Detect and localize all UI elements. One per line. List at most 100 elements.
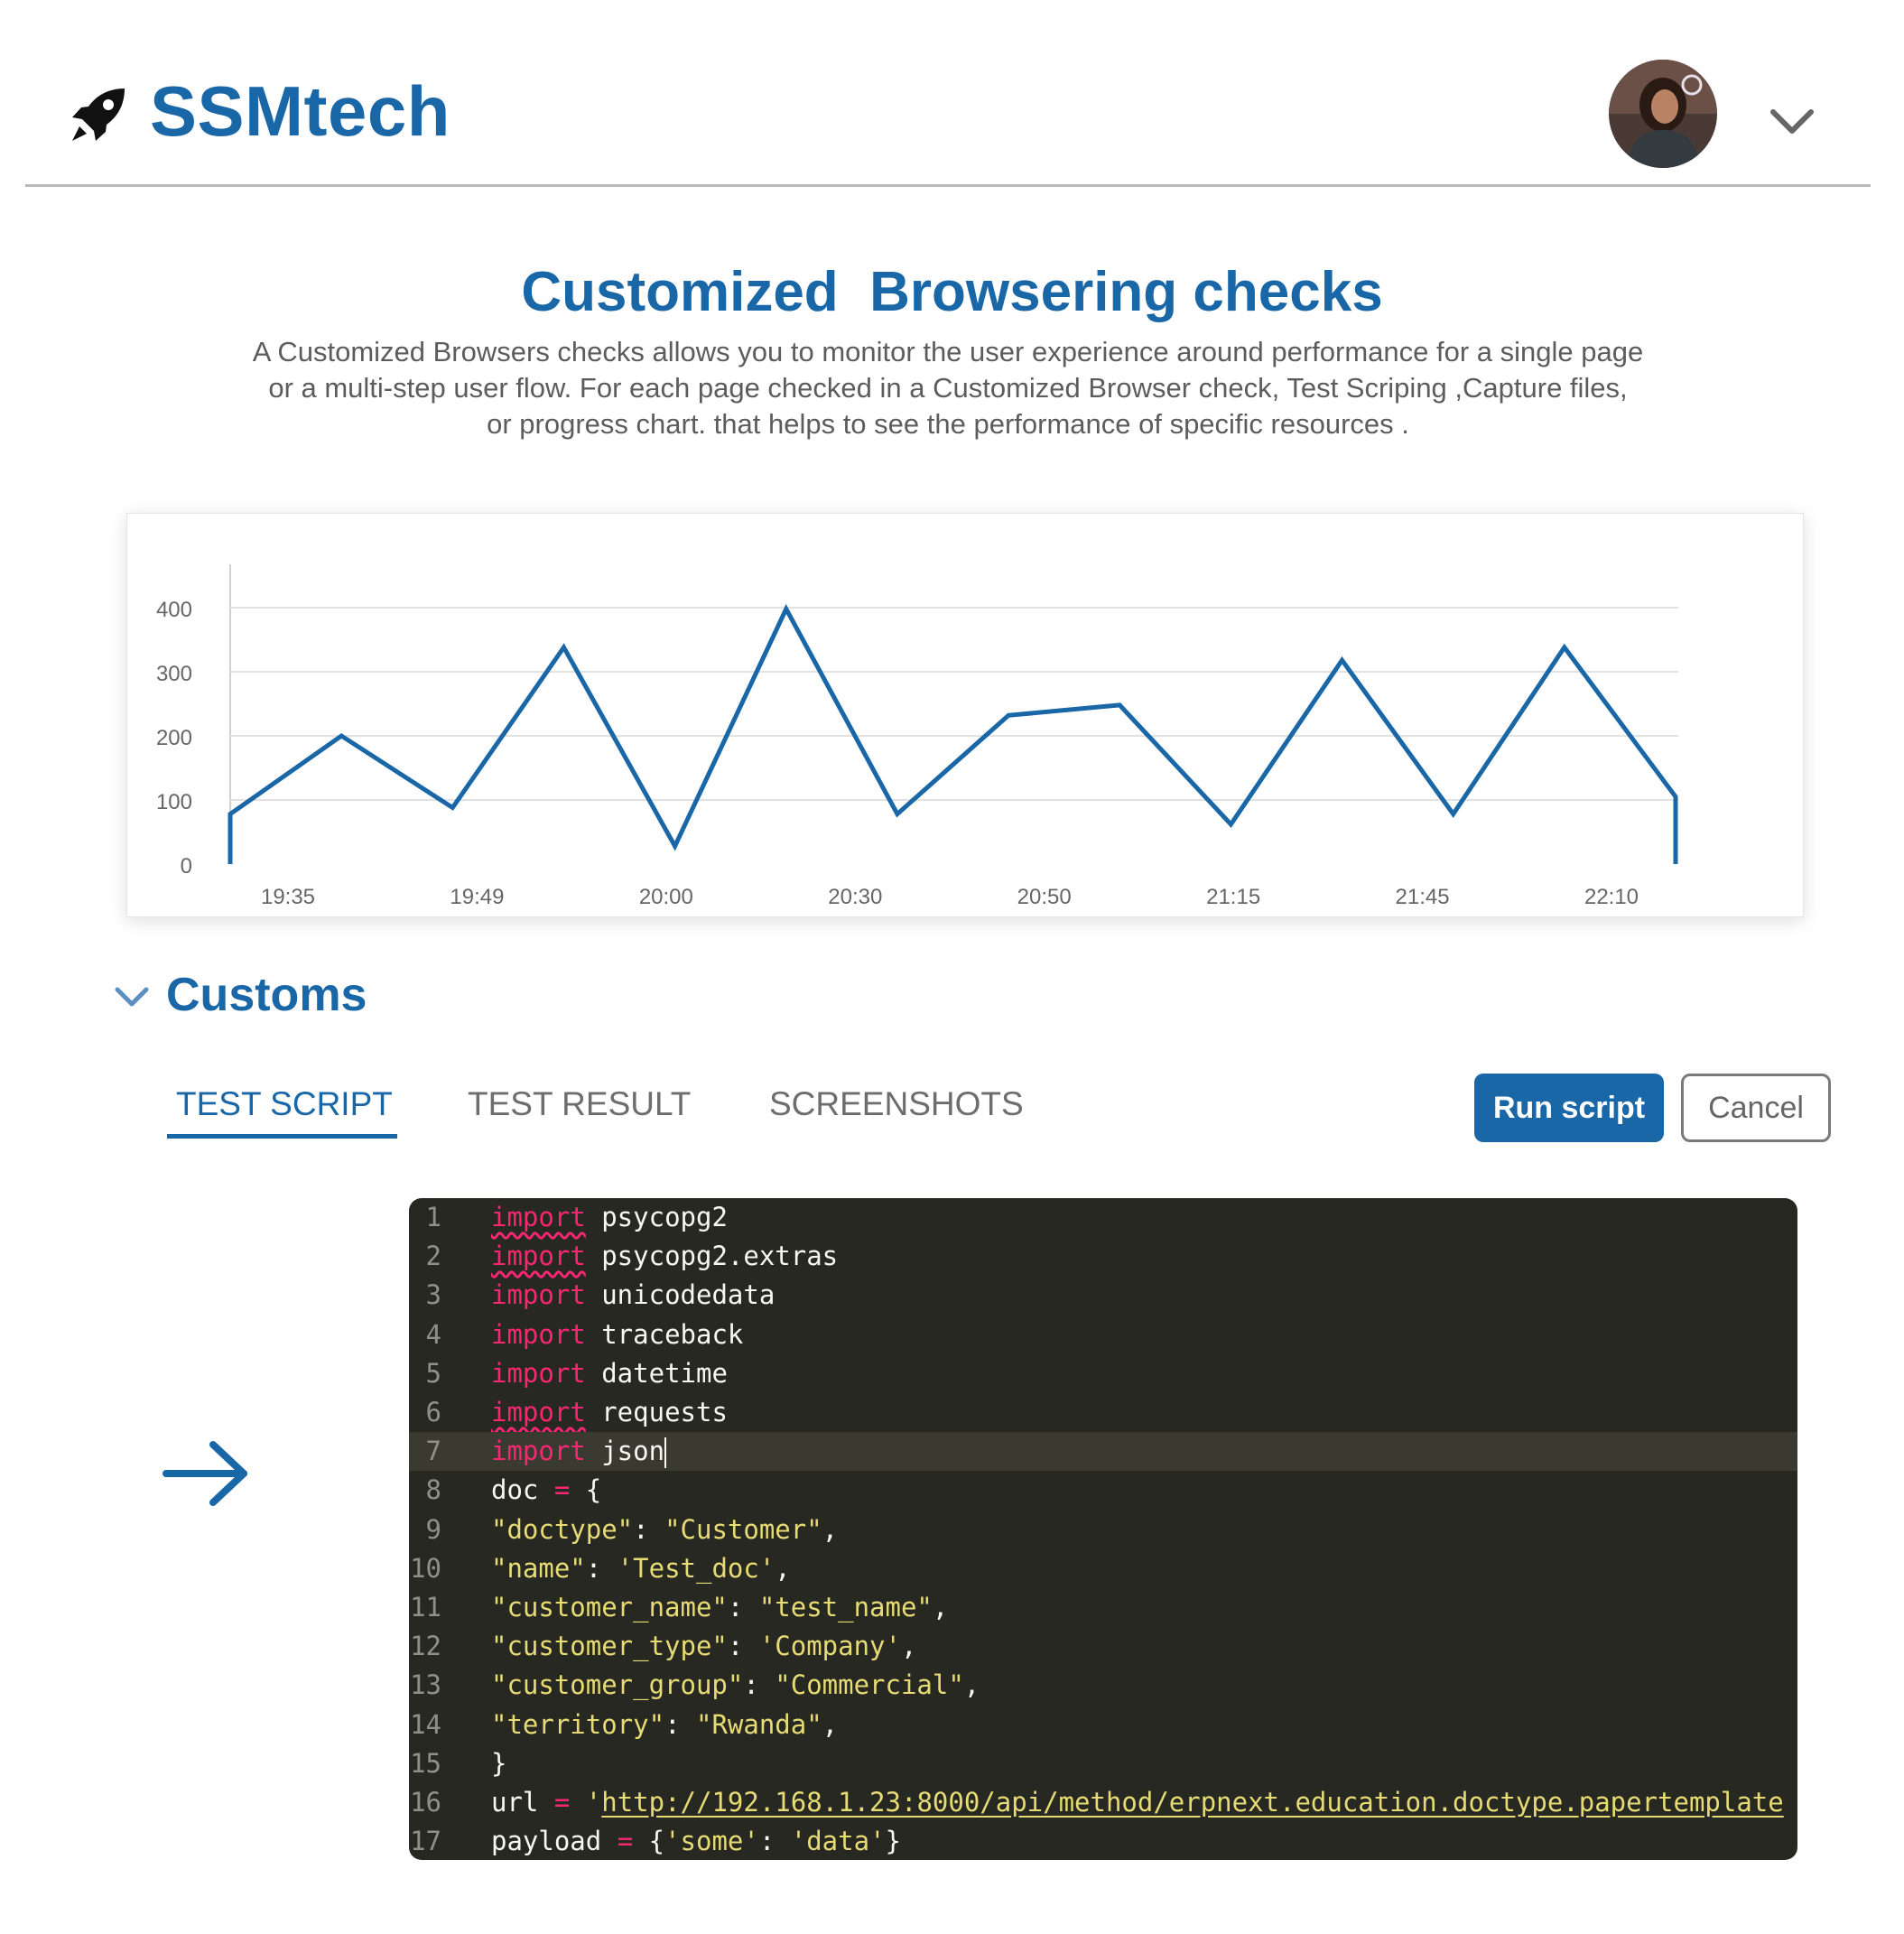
tab-test-script[interactable]: TEST SCRIPT xyxy=(176,1085,393,1123)
code-line[interactable]: 2 import psycopg2.extras xyxy=(409,1237,1797,1276)
code-token: , xyxy=(822,1513,839,1545)
y-tick-label: 400 xyxy=(156,598,192,622)
code-line[interactable]: 9 "doctype": "Customer", xyxy=(409,1511,1797,1549)
code-text[interactable]: url = 'http://192.168.1.23:8000/api/meth… xyxy=(491,1783,1784,1822)
code-text[interactable]: payload = {'some': 'data'} xyxy=(491,1822,901,1860)
performance-chart-card: 0 100 200 300 400 19:35 19:49 20:00 20:30 20:50 21… xyxy=(126,513,1804,917)
code-line[interactable]: 14 "territory": "Rwanda", xyxy=(409,1706,1797,1744)
line-number: 10 xyxy=(410,1552,441,1584)
code-token: datetime xyxy=(585,1357,728,1389)
code-text[interactable]: "name": 'Test_doc', xyxy=(491,1549,791,1588)
code-text[interactable]: "customer_type": 'Company', xyxy=(491,1627,916,1666)
arrow-right-icon xyxy=(163,1441,247,1506)
code-line[interactable]: 10 "name": 'Test_doc', xyxy=(409,1549,1797,1588)
code-token: , xyxy=(822,1708,839,1740)
code-line[interactable]: 7 import json xyxy=(409,1432,1797,1472)
code-text[interactable]: import json xyxy=(491,1432,667,1471)
header-divider xyxy=(25,184,1871,187)
code-token: 'Company' xyxy=(758,1631,901,1662)
code-token: : xyxy=(585,1552,618,1584)
code-token: url xyxy=(491,1787,554,1818)
code-line[interactable]: 11 "customer_name": "test_name", xyxy=(409,1588,1797,1627)
code-token: 'Test_doc' xyxy=(617,1552,776,1584)
code-line[interactable]: 1 import psycopg2 xyxy=(409,1198,1797,1237)
brand-name[interactable]: SSMtech xyxy=(150,70,450,153)
code-line[interactable]: 12 "customer_type": 'Company', xyxy=(409,1627,1797,1666)
code-token: doc xyxy=(491,1474,554,1506)
code-line[interactable]: 15} xyxy=(409,1744,1797,1783)
y-tick-label: 300 xyxy=(156,662,192,686)
chevron-down-icon[interactable] xyxy=(114,984,150,1011)
x-tick-label: 21:15 xyxy=(1206,885,1260,909)
code-token: , xyxy=(900,1631,917,1662)
line-number: 1 xyxy=(425,1202,441,1232)
page-title: Customized Browsering checks xyxy=(521,261,1383,323)
x-tick-label: 21:45 xyxy=(1396,885,1450,909)
line-number: 16 xyxy=(410,1787,441,1818)
code-token: psycopg2.extras xyxy=(585,1241,839,1272)
code-token: 'some' xyxy=(664,1826,759,1857)
tab-test-result[interactable]: TEST RESULT xyxy=(468,1085,691,1123)
code-line[interactable]: 16 url = 'http://192.168.1.23:8000/api/me… xyxy=(409,1783,1797,1822)
y-tick-label: 100 xyxy=(156,790,192,814)
code-text[interactable]: "territory": "Rwanda", xyxy=(491,1706,838,1744)
code-token: "Customer" xyxy=(664,1513,822,1545)
avatar-image xyxy=(1609,60,1717,168)
code-line[interactable]: 3 import unicodedata xyxy=(409,1276,1797,1315)
code-text[interactable]: import traceback xyxy=(491,1316,743,1354)
code-token: "customer_type" xyxy=(491,1631,728,1662)
code-text[interactable]: "doctype": "Customer", xyxy=(491,1511,838,1549)
code-line[interactable]: 4 import traceback xyxy=(409,1316,1797,1354)
code-token: import xyxy=(491,1357,586,1389)
code-line[interactable]: 5 import datetime xyxy=(409,1354,1797,1393)
performance-chart: 0 100 200 300 400 19:35 19:49 20:00 20:30 20:50 21… xyxy=(156,564,1678,909)
code-token: import xyxy=(491,1279,586,1311)
tab-screenshots[interactable]: SCREENSHOTS xyxy=(769,1085,1024,1123)
text-cursor xyxy=(664,1437,667,1469)
code-token: = xyxy=(553,1474,571,1506)
code-editor[interactable]: 1 import psycopg2 2 import psycopg2.extras 3… xyxy=(409,1198,1797,1860)
code-text[interactable]: "customer_group": "Commercial", xyxy=(491,1666,980,1705)
code-token: : xyxy=(633,1513,665,1545)
code-token: "customer_group" xyxy=(491,1669,744,1701)
code-token: : xyxy=(743,1669,776,1701)
run-script-button[interactable]: Run script xyxy=(1474,1074,1664,1142)
code-text[interactable]: doc = { xyxy=(491,1471,601,1510)
code-token: , xyxy=(963,1669,980,1701)
code-text[interactable]: import unicodedata xyxy=(491,1276,775,1315)
code-text[interactable]: } xyxy=(491,1744,506,1783)
code-token: : xyxy=(727,1592,759,1623)
code-line[interactable]: 8 doc = { xyxy=(409,1471,1797,1510)
line-number: 4 xyxy=(425,1318,441,1350)
code-line[interactable]: 6 import requests xyxy=(409,1393,1797,1432)
line-number: 8 xyxy=(425,1474,441,1506)
code-line[interactable]: 13 "customer_group": "Commercial", xyxy=(409,1666,1797,1705)
code-token: = xyxy=(553,1787,571,1818)
code-token: "name" xyxy=(491,1552,586,1584)
code-text[interactable]: import psycopg2 xyxy=(491,1198,728,1237)
code-token: "Commercial" xyxy=(775,1669,964,1701)
code-token: 'data' xyxy=(790,1826,886,1857)
code-text[interactable]: import psycopg2.extras xyxy=(491,1237,838,1276)
code-text[interactable]: "customer_name": "test_name", xyxy=(491,1588,948,1627)
code-token: "territory" xyxy=(491,1708,665,1740)
x-tick-label: 20:00 xyxy=(639,885,693,909)
chevron-down-icon[interactable] xyxy=(1769,107,1815,137)
code-token: = xyxy=(617,1826,634,1857)
x-tick-label: 20:30 xyxy=(828,885,882,909)
line-number: 3 xyxy=(425,1279,441,1311)
customs-section-title[interactable]: Customs xyxy=(166,968,367,1022)
line-number: 15 xyxy=(410,1747,441,1779)
code-text[interactable]: import datetime xyxy=(491,1354,728,1393)
code-token: import xyxy=(491,1241,586,1272)
code-token: } xyxy=(885,1826,901,1857)
code-token: import xyxy=(491,1436,586,1467)
code-text[interactable]: import requests xyxy=(491,1393,728,1432)
user-avatar[interactable] xyxy=(1609,60,1717,168)
code-token: , xyxy=(932,1592,949,1623)
code-token: { xyxy=(633,1826,665,1857)
code-line[interactable]: 17 payload = {'some': 'data'} xyxy=(409,1822,1797,1860)
line-number: 6 xyxy=(425,1397,441,1427)
cancel-button[interactable]: Cancel xyxy=(1681,1074,1831,1142)
